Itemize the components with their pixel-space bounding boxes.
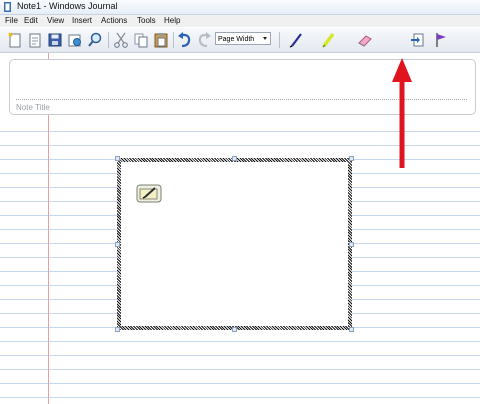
toolbar-separator <box>173 32 174 48</box>
annotation-arrow <box>392 58 412 168</box>
new-note-icon[interactable] <box>6 31 24 49</box>
copy-icon[interactable] <box>132 31 150 49</box>
menu-tools[interactable]: Tools <box>137 16 156 25</box>
open-icon[interactable] <box>26 31 44 49</box>
menu-actions[interactable]: Actions <box>101 16 127 25</box>
highlighter-icon[interactable] <box>320 31 338 49</box>
toolbar-separator <box>279 32 280 48</box>
menu-view[interactable]: View <box>47 16 64 25</box>
menu-bar: File Edit View Insert Actions Tools Help <box>0 15 480 27</box>
edit-selection-icon[interactable] <box>136 184 162 203</box>
zoom-select[interactable]: Page Width <box>215 32 271 45</box>
menu-insert[interactable]: Insert <box>72 16 92 25</box>
resize-handle-bottom[interactable] <box>232 327 237 332</box>
redo-icon[interactable] <box>195 31 213 49</box>
menu-file[interactable]: File <box>5 16 18 25</box>
eraser-icon[interactable] <box>356 31 374 49</box>
insert-space-icon[interactable] <box>409 31 427 49</box>
resize-handle-top[interactable] <box>232 156 237 161</box>
toolbar-separator <box>108 32 109 48</box>
note-title-label: Note Title <box>16 103 50 112</box>
title-bar: Note1 - Windows Journal <box>0 0 480 15</box>
resize-handle-top-left[interactable] <box>115 156 120 161</box>
resize-handle-bottom-left[interactable] <box>115 327 120 332</box>
find-icon[interactable] <box>86 31 104 49</box>
save-icon[interactable] <box>46 31 64 49</box>
cut-icon[interactable] <box>112 31 130 49</box>
flag-icon[interactable] <box>432 31 450 49</box>
resize-handle-left[interactable] <box>115 242 120 247</box>
resize-handle-top-right[interactable] <box>349 156 354 161</box>
undo-icon[interactable] <box>176 31 194 49</box>
window-title: Note1 - Windows Journal <box>17 1 118 11</box>
journal-app-icon <box>4 2 11 12</box>
chevron-down-icon <box>263 37 267 40</box>
resize-handle-right[interactable] <box>349 242 354 247</box>
resize-handle-bottom-right[interactable] <box>349 327 354 332</box>
menu-help[interactable]: Help <box>164 16 180 25</box>
pen-icon[interactable] <box>288 31 306 49</box>
email-icon[interactable] <box>66 31 84 49</box>
paste-icon[interactable] <box>152 31 170 49</box>
zoom-value: Page Width <box>218 36 255 43</box>
menu-edit[interactable]: Edit <box>24 16 38 25</box>
